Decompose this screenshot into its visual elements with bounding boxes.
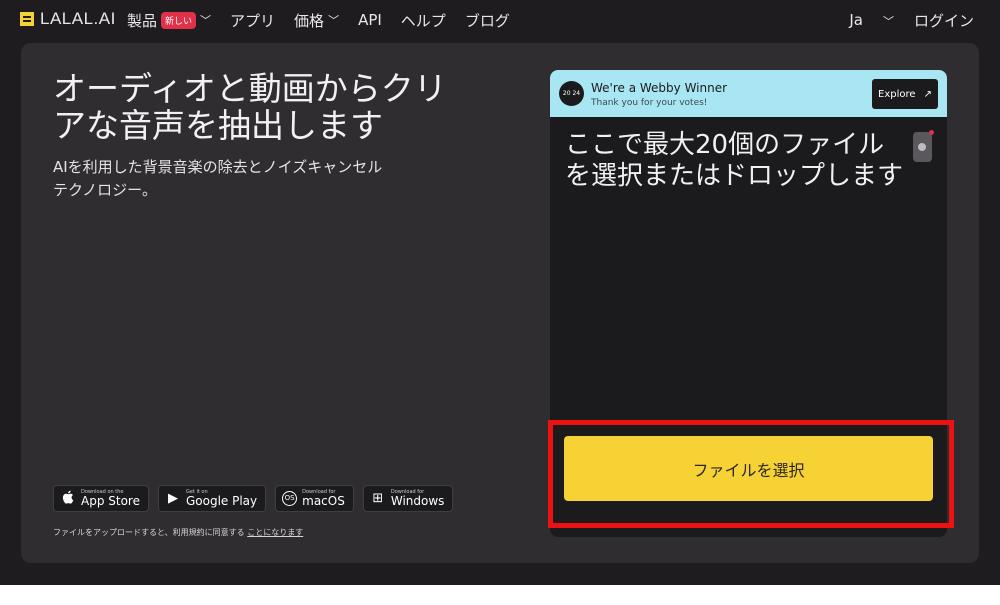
- download-links: Download on the App Store ▶ Get it on Goog…: [53, 485, 454, 512]
- terms-notice: ファイルをアップロードすると、利用規約に同意する ことになります: [53, 527, 303, 538]
- macos-icon: OS: [282, 491, 298, 506]
- explore-button[interactable]: Explore ↗: [872, 79, 938, 109]
- nav-blog-label: ブログ: [464, 11, 510, 30]
- webby-banner: 20 24 We're a Webby Winner Thank you for…: [550, 70, 947, 117]
- nav-help[interactable]: ヘルプ: [401, 10, 446, 31]
- drop-zone-text[interactable]: ここで最大20個のファイルを選択またはドロップします: [565, 130, 905, 192]
- nav-products[interactable]: 製品 新しい ﹀: [127, 10, 211, 31]
- google-play-label: Google Play: [185, 494, 258, 508]
- windows-icon: ⊞: [372, 491, 384, 506]
- nav-api[interactable]: API: [358, 11, 382, 29]
- nav-pricing-label: 価格: [294, 11, 325, 30]
- arrow-up-right-icon: ↗: [923, 88, 932, 100]
- terms-text: ファイルをアップロードすると、利用規約に同意する: [53, 528, 245, 537]
- play-icon: ▶: [167, 491, 178, 506]
- chevron-down-icon: ﹀: [882, 15, 894, 28]
- terms-link[interactable]: ことになります: [247, 528, 303, 537]
- settings-toggle-button[interactable]: [913, 130, 934, 162]
- nav-products-label: 製品: [127, 11, 158, 30]
- webby-award-icon: 20 24: [559, 81, 584, 106]
- webby-subtitle: Thank you for your votes!: [591, 98, 708, 108]
- logo[interactable]: LALAL.AI: [20, 9, 116, 29]
- settings-icon: [918, 143, 926, 151]
- macos-button[interactable]: OS Download for macOS: [275, 485, 354, 512]
- windows-button[interactable]: ⊞ Download for Windows: [362, 485, 454, 512]
- hero-subtitle: AIを利用した背景音楽の除去とノイズキャンセルテクノロジー。: [53, 158, 383, 199]
- windows-label: Windows: [390, 494, 445, 508]
- main-nav: 製品 新しい ﹀ アプリ 価格 ﹀ API ヘルプ ブログ: [127, 0, 529, 40]
- header-actions: Ja ﹀ ログイン: [809, 0, 974, 40]
- nav-help-label: ヘルプ: [400, 11, 446, 30]
- macos-label: macOS: [302, 494, 345, 508]
- apple-icon: [60, 490, 76, 508]
- webby-title: We're a Webby Winner: [591, 81, 728, 95]
- nav-blog[interactable]: ブログ: [465, 10, 510, 31]
- notification-dot: [929, 130, 934, 135]
- nav-apps-label: アプリ: [230, 11, 276, 30]
- explore-label: Explore: [878, 88, 916, 100]
- highlight-box: [548, 420, 954, 528]
- chevron-down-icon: ﹀: [328, 14, 340, 27]
- login-link[interactable]: ログイン: [914, 10, 974, 31]
- language-selector[interactable]: Ja ﹀: [829, 11, 894, 29]
- top-navigation-bar: LALAL.AI 製品 新しい ﹀ アプリ 価格 ﹀ API ヘルプ ブログ J…: [0, 0, 1000, 40]
- nav-pricing[interactable]: 価格 ﹀: [294, 10, 339, 31]
- hero-title: オーディオと動画からクリアな音声を抽出します: [53, 69, 447, 145]
- nav-apps[interactable]: アプリ: [230, 10, 275, 31]
- language-label: Ja: [849, 11, 863, 29]
- google-play-button[interactable]: ▶ Get it on Google Play: [157, 485, 267, 512]
- logo-icon: [20, 12, 34, 26]
- nav-api-label: API: [358, 11, 382, 29]
- chevron-down-icon: ﹀: [200, 14, 212, 27]
- app-store-label: App Store: [81, 494, 140, 508]
- logo-text: LALAL.AI: [40, 9, 116, 28]
- app-store-button[interactable]: Download on the App Store: [53, 485, 149, 512]
- new-badge: 新しい: [161, 11, 197, 29]
